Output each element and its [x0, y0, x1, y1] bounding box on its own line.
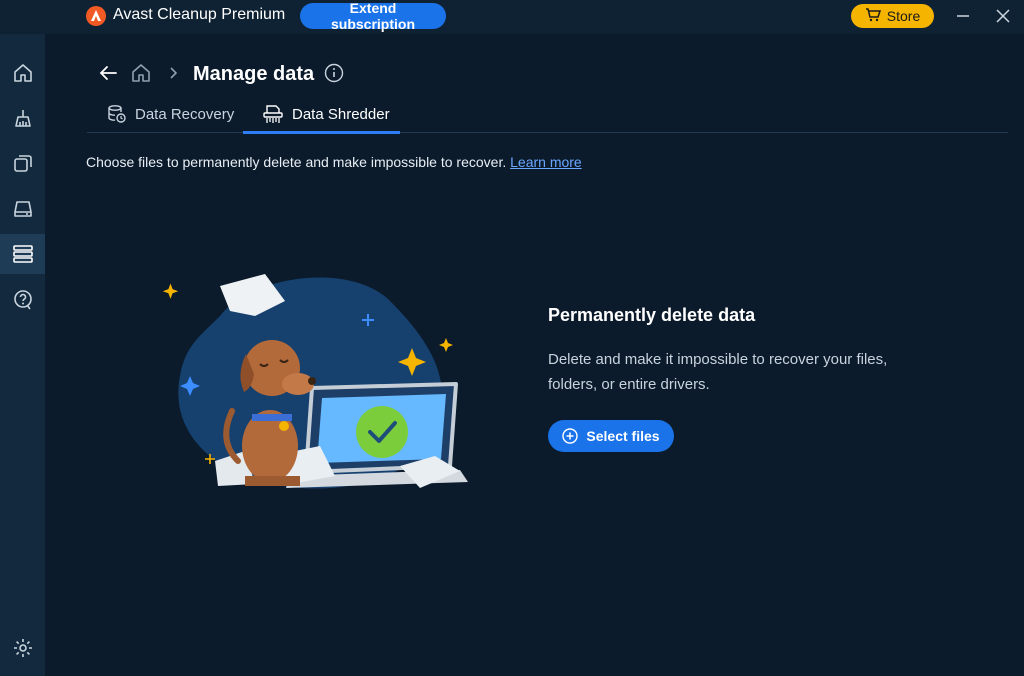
database-clock-icon: [108, 105, 126, 123]
store-label: Store: [886, 8, 921, 24]
gear-icon: [13, 639, 32, 657]
page-title: Manage data: [193, 63, 315, 85]
home-icon: [13, 64, 32, 82]
back-button[interactable]: [97, 62, 119, 89]
broom-icon: [14, 110, 31, 127]
select-files-label: Select files: [586, 428, 660, 444]
plus-circle-icon: [562, 428, 579, 444]
tab-label: Data Shredder: [292, 105, 390, 123]
shredder-illustration: [160, 266, 480, 496]
sidebar-item-help[interactable]: [0, 280, 45, 320]
page-description: Choose files to permanently delete and m…: [86, 154, 582, 170]
sidebar-item-manage-data[interactable]: [0, 234, 45, 274]
breadcrumb-home[interactable]: [130, 62, 152, 89]
minimize-icon: [957, 15, 969, 17]
data-icon: [12, 245, 33, 263]
tab-data-shredder[interactable]: Data Shredder: [262, 96, 390, 132]
description-text: Choose files to permanently delete and m…: [86, 154, 507, 170]
drive-icon: [13, 201, 32, 217]
store-button[interactable]: Store: [851, 4, 934, 28]
shredder-icon: [263, 105, 283, 123]
cart-icon: [865, 7, 881, 25]
tabs-divider: [87, 132, 1008, 133]
avast-logo-icon: [86, 6, 106, 26]
title-bar: Avast Cleanup Premium Extend subscriptio…: [0, 0, 1024, 34]
section-description: Delete and make it impossible to recover…: [548, 351, 888, 393]
main-content: Manage data Data Recovery Data Shredder …: [45, 34, 1024, 676]
page-header: Manage data Data Recovery Data Shredder …: [45, 34, 1024, 170]
tab-data-recovery[interactable]: Data Recovery: [107, 96, 234, 132]
sidebar-item-drive[interactable]: [0, 189, 45, 229]
info-icon[interactable]: [324, 63, 344, 88]
help-icon: [13, 290, 32, 310]
close-icon: [996, 9, 1010, 23]
close-button[interactable]: [990, 4, 1016, 28]
learn-more-link[interactable]: Learn more: [510, 154, 582, 170]
sidebar-item-apps[interactable]: [0, 143, 45, 183]
extend-subscription-button[interactable]: Extend subscription: [300, 0, 446, 32]
home-icon: [132, 64, 150, 82]
sidebar-item-settings[interactable]: [0, 628, 45, 668]
app-title: Avast Cleanup Premium: [113, 6, 286, 23]
tab-label: Data Recovery: [135, 105, 235, 123]
layers-icon: [13, 155, 32, 172]
sidebar: [0, 34, 45, 676]
sidebar-item-home[interactable]: [0, 53, 45, 93]
chevron-right-icon: [167, 66, 181, 85]
select-files-button[interactable]: Select files: [548, 420, 674, 452]
sidebar-item-cleanup[interactable]: [0, 99, 45, 139]
active-tab-indicator: [243, 131, 400, 134]
minimize-button[interactable]: [950, 4, 976, 28]
arrow-left-icon: [99, 66, 117, 80]
section-heading: Permanently delete data: [548, 305, 756, 325]
